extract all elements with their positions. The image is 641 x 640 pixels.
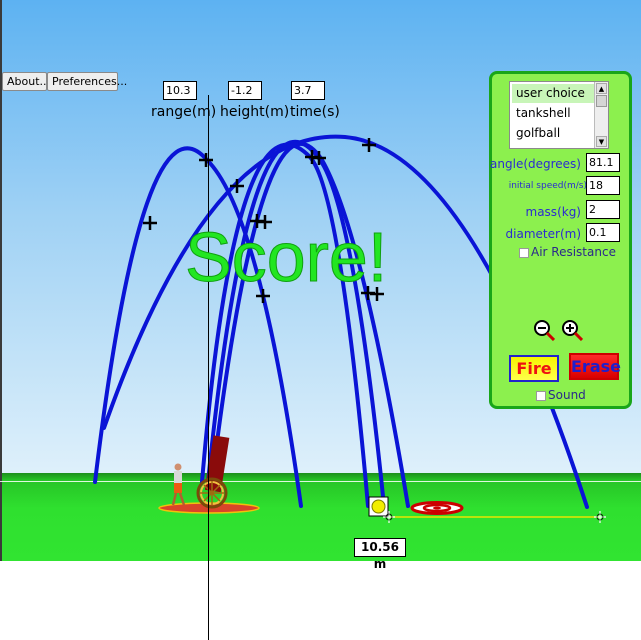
control-panel: user choice tankshell golfball ▲ ▼ angle… [489,71,632,409]
simulation-stage: About... Preferences... 10.3 -1.2 3.7 ra… [0,0,641,640]
projectile-list[interactable]: user choice tankshell golfball ▲ ▼ [509,81,609,149]
air-resistance-label: Air Resistance [531,245,616,259]
mass-input[interactable]: 2 [586,200,620,219]
height-label: height(m) [220,104,290,120]
distance-label: 10.56 m [354,538,406,571]
erase-button[interactable]: Erase [569,353,621,380]
time-label: time(s) [290,104,340,120]
sound-label: Sound [548,388,586,402]
sound-checkbox[interactable] [536,391,546,401]
projectile-option[interactable]: tankshell [512,104,600,123]
target-icon[interactable] [410,501,464,515]
about-button[interactable]: About... [2,72,50,91]
preferences-button[interactable]: Preferences... [47,72,127,91]
scroll-down-icon[interactable]: ▼ [596,136,607,147]
person-figure [171,463,186,506]
measuring-tape[interactable] [368,496,606,523]
time-readout: 3.7 [291,81,325,100]
score-text: Score! [184,218,388,297]
speed-label: initial speed(m/s) [508,181,587,191]
mass-label: mass(kg) [525,205,581,219]
scroll-thumb[interactable] [596,95,607,107]
projectile-option[interactable]: user choice [512,84,600,103]
trajectory-1 [93,146,303,508]
height-reference-line [208,95,209,640]
range-label: range(m) [151,104,217,120]
magnifier-minus-icon[interactable] [533,319,555,341]
fire-button[interactable]: Fire [509,355,559,382]
list-scrollbar[interactable]: ▲ ▼ [594,82,608,148]
projectile-option[interactable]: golfball [512,124,600,143]
air-resistance-checkbox[interactable] [519,248,529,258]
angle-label: angle(degrees) [490,157,581,171]
magnifier-plus-icon[interactable] [561,319,583,341]
scroll-up-icon[interactable]: ▲ [596,83,607,94]
angle-input[interactable]: 81.1 [586,153,620,172]
diameter-input[interactable]: 0.1 [586,223,620,242]
speed-input[interactable]: 18 [586,176,620,195]
height-readout: -1.2 [228,81,262,100]
range-readout: 10.3 [163,81,197,100]
diameter-label: diameter(m) [505,227,581,241]
